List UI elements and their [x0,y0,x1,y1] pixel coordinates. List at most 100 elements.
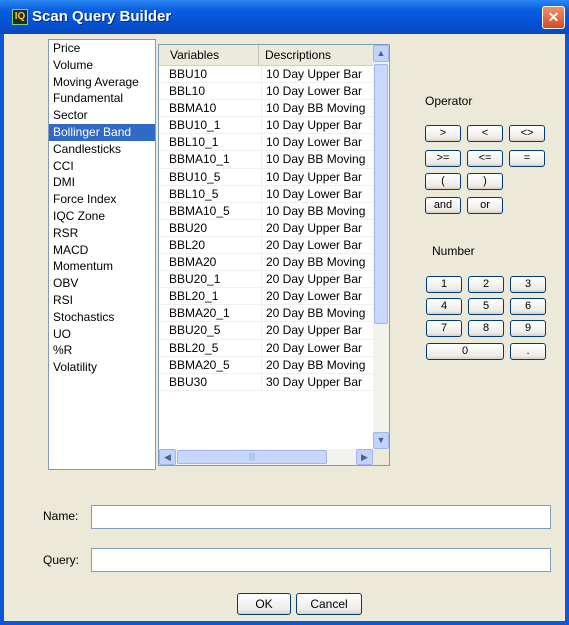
category-item[interactable]: DMI [49,174,155,191]
name-label: Name: [43,509,79,523]
category-item[interactable]: Momentum [49,258,155,275]
table-row[interactable]: BBL20_1 20 Day Lower Bar [159,288,373,306]
table-row[interactable]: BBMA20_5 20 Day BB Moving [159,356,373,374]
category-item[interactable]: Volatility [49,359,155,376]
table-row[interactable]: BBL10 10 Day Lower Bar [159,83,373,101]
table-row[interactable]: BBU20_5 20 Day Upper Bar [159,322,373,340]
less-equal-button[interactable]: <= [467,150,503,167]
table-row[interactable]: BBL10_1 10 Day Lower Bar [159,134,373,152]
category-item[interactable]: IQC Zone [49,208,155,225]
category-item[interactable]: Price [49,40,155,57]
number-label: Number [432,244,475,258]
digit-3-button[interactable]: 3 [510,276,546,293]
greater-equal-button[interactable]: >= [425,150,461,167]
description-cell: 20 Day BB Moving [261,305,373,323]
digit-1-button[interactable]: 1 [426,276,462,293]
table-row[interactable]: BBMA20 20 Day BB Moving [159,254,373,272]
category-item[interactable]: OBV [49,275,155,292]
digit-6-button[interactable]: 6 [510,298,546,315]
category-item[interactable]: Moving Average [49,74,155,91]
description-cell: 10 Day Upper Bar [261,66,373,84]
table-row[interactable]: BBL20 20 Day Lower Bar [159,236,373,255]
category-item[interactable]: %R [49,342,155,359]
name-field[interactable] [91,505,551,529]
category-item[interactable]: CCI [49,158,155,175]
table-row[interactable]: BBU10_5 10 Day Upper Bar [159,168,373,186]
digit-7-button[interactable]: 7 [426,320,462,337]
digit-2-button[interactable]: 2 [468,276,504,293]
decimal-point-button[interactable]: . [510,343,546,360]
table-row[interactable]: BBL10_5 10 Day Lower Bar [159,185,373,203]
horizontal-scrollbar[interactable]: ◀ ||| ▶ [159,449,373,465]
table-row[interactable]: BBU10 10 Day Upper Bar [159,66,373,84]
variable-cell: BBL20 [169,237,206,252]
variable-cell: BBMA10_1 [169,152,230,167]
category-item[interactable]: Force Index [49,191,155,208]
ok-button[interactable]: OK [237,593,291,615]
variable-cell: BBMA20 [169,255,217,270]
category-item[interactable]: Fundamental [49,90,155,107]
category-item[interactable]: RSR [49,225,155,242]
description-cell: 20 Day Lower Bar [261,236,373,255]
less-than-button[interactable]: < [467,125,503,142]
table-row[interactable]: BBU20 20 Day Upper Bar [159,219,373,237]
query-field[interactable] [91,548,551,572]
scroll-left-button[interactable]: ◀ [159,449,176,465]
vertical-scroll-thumb[interactable] [374,64,388,324]
table-row[interactable]: BBU30 30 Day Upper Bar [159,373,373,391]
horizontal-scroll-thumb[interactable]: ||| [177,450,327,464]
description-cell: 20 Day BB Moving [261,356,373,374]
digit-4-button[interactable]: 4 [426,298,462,315]
variable-cell: BBU10 [169,67,208,81]
variable-cell: BBMA10 [169,101,217,116]
digit-8-button[interactable]: 8 [468,320,504,337]
column-header-variables[interactable]: Variables [159,45,259,65]
category-item[interactable]: UO [49,326,155,343]
title-bar[interactable]: IQ Scan Query Builder ✕ [0,0,569,34]
or-button[interactable]: or [467,197,503,214]
digit-5-button[interactable]: 5 [468,298,504,315]
close-button[interactable]: ✕ [542,6,565,29]
equals-button[interactable]: = [509,150,545,167]
description-cell: 20 Day Upper Bar [261,271,373,289]
open-paren-button[interactable]: ( [425,173,461,190]
category-list[interactable]: Price Volume Moving Average Fundamental Sect… [48,39,156,470]
variable-cell: BBU10_5 [169,169,221,184]
category-item[interactable]: Sector [49,107,155,124]
table-row[interactable]: BBMA20_1 20 Day BB Moving [159,305,373,323]
greater-than-button[interactable]: > [425,125,461,142]
category-item[interactable]: Stochastics [49,309,155,326]
variable-cell: BBL20_5 [169,340,219,355]
description-cell: 20 Day Lower Bar [261,339,373,357]
grid-header: Variables Descriptions [159,45,373,66]
description-cell: 10 Day BB Moving [261,151,373,169]
description-cell: 30 Day Upper Bar [261,373,373,391]
digit-0-button[interactable]: 0 [426,343,504,360]
table-row[interactable]: BBMA10 10 Day BB Moving [159,100,373,118]
table-row[interactable]: BBU20_1 20 Day Upper Bar [159,271,373,289]
description-cell: 10 Day BB Moving [261,100,373,118]
table-row[interactable]: BBMA10_1 10 Day BB Moving [159,151,373,169]
category-item[interactable]: Candlesticks [49,141,155,158]
scroll-up-button[interactable]: ▲ [373,45,389,62]
vertical-scrollbar[interactable]: ▲ ▼ [373,45,389,449]
variable-cell: BBU20_5 [169,323,221,338]
not-equal-button[interactable]: <> [509,125,545,142]
cancel-button[interactable]: Cancel [296,593,362,615]
table-row[interactable]: BBU10_1 10 Day Upper Bar [159,117,373,135]
category-item[interactable]: Bollinger Band [49,123,155,141]
variable-cell: BBU20_1 [169,272,221,287]
digit-9-button[interactable]: 9 [510,320,546,337]
table-row[interactable]: BBL20_5 20 Day Lower Bar [159,339,373,357]
table-row[interactable]: BBMA10_5 10 Day BB Moving [159,202,373,220]
category-item[interactable]: RSI [49,292,155,309]
and-button[interactable]: and [425,197,461,214]
description-cell: 10 Day Upper Bar [261,168,373,186]
variable-cell: BBMA20_5 [169,357,230,372]
column-header-descriptions[interactable]: Descriptions [259,45,373,65]
category-item[interactable]: Volume [49,57,155,74]
scroll-down-button[interactable]: ▼ [373,432,389,449]
category-item[interactable]: MACD [49,242,155,259]
scroll-right-button[interactable]: ▶ [356,449,373,465]
close-paren-button[interactable]: ) [467,173,503,190]
